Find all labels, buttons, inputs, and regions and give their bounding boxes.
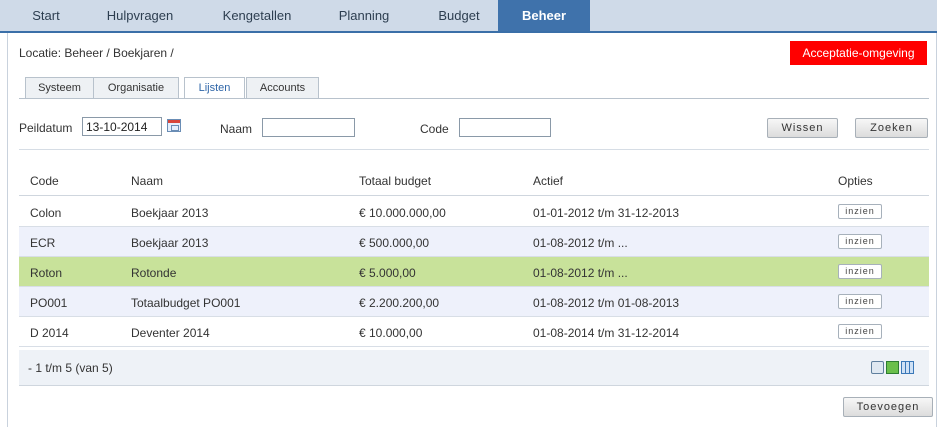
cell-naam: Deventer 2014 bbox=[131, 326, 210, 340]
pagination-info: - 1 t/m 5 (van 5) bbox=[28, 361, 113, 375]
peildatum-label: Peildatum bbox=[19, 121, 73, 135]
nav-tab-start[interactable]: Start bbox=[20, 0, 72, 31]
cell-actief: 01-08-2012 t/m 01-08-2013 bbox=[533, 296, 680, 310]
inzien-button[interactable]: inzien bbox=[838, 234, 882, 249]
inzien-button[interactable]: inzien bbox=[838, 204, 882, 219]
subtab-accounts[interactable]: Accounts bbox=[246, 77, 319, 98]
cell-code: ECR bbox=[30, 236, 56, 250]
columns-icon[interactable] bbox=[901, 361, 914, 374]
subtab-systeem[interactable]: Systeem bbox=[25, 77, 94, 98]
cell-naam: Boekjaar 2013 bbox=[131, 236, 209, 250]
filter-divider bbox=[19, 149, 929, 150]
top-navigation: Start Hulpvragen Kengetallen Planning Bu… bbox=[0, 0, 937, 33]
naam-input[interactable] bbox=[262, 118, 355, 137]
peildatum-input[interactable] bbox=[82, 117, 162, 136]
cell-actief: 01-08-2012 t/m ... bbox=[533, 266, 628, 280]
toevoegen-button[interactable]: Toevoegen bbox=[843, 397, 933, 417]
table-header: Code Naam Totaal budget Actief Opties bbox=[19, 165, 929, 196]
calendar-icon[interactable] bbox=[167, 119, 181, 132]
table-row[interactable]: PO001 Totaalbudget PO001 € 2.200.200,00 … bbox=[19, 287, 929, 317]
cell-actief: 01-08-2014 t/m 31-12-2014 bbox=[533, 326, 680, 340]
header-naam[interactable]: Naam bbox=[131, 174, 163, 188]
inzien-button[interactable]: inzien bbox=[838, 264, 882, 279]
cell-naam: Rotonde bbox=[131, 266, 177, 280]
table-footer: - 1 t/m 5 (van 5) bbox=[19, 350, 929, 386]
table-row[interactable]: ECR Boekjaar 2013 € 500.000,00 01-08-201… bbox=[19, 227, 929, 257]
nav-tab-planning[interactable]: Planning bbox=[324, 0, 404, 31]
code-input[interactable] bbox=[459, 118, 551, 137]
header-code[interactable]: Code bbox=[30, 174, 59, 188]
cell-budget: € 5.000,00 bbox=[359, 266, 416, 280]
cell-code: PO001 bbox=[30, 296, 68, 310]
print-icon[interactable] bbox=[871, 361, 884, 374]
cell-naam: Boekjaar 2013 bbox=[131, 206, 209, 220]
cell-actief: 01-08-2012 t/m ... bbox=[533, 236, 628, 250]
cell-budget: € 500.000,00 bbox=[359, 236, 430, 250]
subtab-lijsten[interactable]: Lijsten bbox=[184, 77, 245, 99]
wissen-button[interactable]: Wissen bbox=[767, 118, 838, 138]
cell-code: D 2014 bbox=[30, 326, 69, 340]
inzien-button[interactable]: inzien bbox=[838, 294, 882, 309]
subtabs-divider bbox=[19, 98, 929, 99]
nav-tab-hulpvragen[interactable]: Hulpvragen bbox=[94, 0, 186, 31]
header-actief[interactable]: Actief bbox=[533, 174, 563, 188]
code-label: Code bbox=[420, 122, 449, 136]
cell-actief: 01-01-2012 t/m 31-12-2013 bbox=[533, 206, 680, 220]
header-opties: Opties bbox=[838, 174, 873, 188]
header-totaal-budget[interactable]: Totaal budget bbox=[359, 174, 431, 188]
excel-icon[interactable] bbox=[886, 361, 899, 374]
table-row[interactable]: D 2014 Deventer 2014 € 10.000,00 01-08-2… bbox=[19, 317, 929, 347]
subtab-organisatie[interactable]: Organisatie bbox=[93, 77, 179, 98]
inzien-button[interactable]: inzien bbox=[838, 324, 882, 339]
cell-code: Colon bbox=[30, 206, 62, 220]
table-row[interactable]: Colon Boekjaar 2013 € 10.000.000,00 01-0… bbox=[19, 197, 929, 227]
cell-budget: € 2.200.200,00 bbox=[359, 296, 440, 310]
nav-tab-budget[interactable]: Budget bbox=[424, 0, 494, 31]
cell-code: Roton bbox=[30, 266, 63, 280]
cell-budget: € 10.000.000,00 bbox=[359, 206, 446, 220]
cell-naam: Totaalbudget PO001 bbox=[131, 296, 241, 310]
cell-budget: € 10.000,00 bbox=[359, 326, 423, 340]
nav-tab-beheer[interactable]: Beheer bbox=[498, 0, 590, 31]
naam-label: Naam bbox=[220, 122, 253, 136]
zoeken-button[interactable]: Zoeken bbox=[855, 118, 928, 138]
breadcrumb: Locatie: Beheer / Boekjaren / bbox=[19, 46, 174, 60]
table-row[interactable]: Roton Rotonde € 5.000,00 01-08-2012 t/m … bbox=[19, 257, 929, 287]
environment-badge: Acceptatie-omgeving bbox=[790, 41, 927, 65]
nav-tab-kengetallen[interactable]: Kengetallen bbox=[208, 0, 306, 31]
